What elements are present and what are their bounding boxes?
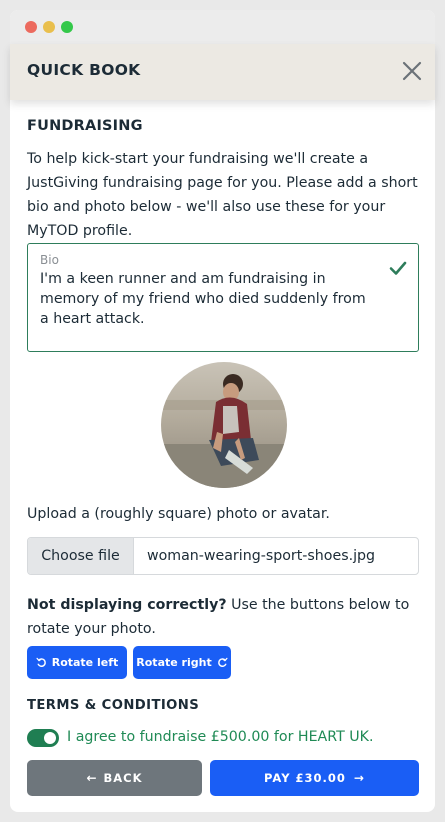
rotate-right-label: Rotate right	[136, 656, 212, 669]
check-icon	[389, 261, 407, 275]
agree-toggle[interactable]	[27, 729, 59, 747]
window-close-dot[interactable]	[25, 21, 37, 33]
pay-label: PAY £30.00	[264, 771, 346, 785]
back-label: BACK	[103, 771, 143, 785]
window-minimize-dot[interactable]	[43, 21, 55, 33]
rotate-right-button[interactable]: Rotate right	[133, 646, 231, 679]
modal-header: QUICK BOOK	[10, 44, 435, 100]
title-bar	[10, 10, 435, 44]
avatar-photo	[161, 362, 287, 488]
toggle-knob	[44, 732, 56, 744]
rotate-right-icon	[217, 657, 228, 667]
terms-heading: TERMS & CONDITIONS	[27, 698, 200, 713]
photo-image	[161, 362, 287, 488]
close-button[interactable]	[399, 58, 425, 84]
bio-label: Bio	[40, 253, 59, 267]
selected-file-name: woman-wearing-sport-shoes.jpg	[147, 548, 376, 564]
arrow-left-icon: ←	[86, 771, 98, 785]
close-icon	[402, 61, 422, 81]
pay-button[interactable]: PAY £30.00 →	[210, 760, 419, 796]
choose-file-button[interactable]: Choose file	[28, 538, 134, 574]
fundraising-heading: FUNDRAISING	[27, 118, 143, 134]
bio-field[interactable]: Bio I'm a keen runner and am fundraising…	[27, 243, 419, 352]
rotate-note: Not displaying correctly? Use the button…	[27, 593, 419, 641]
agree-label: I agree to fundraise £500.00 for HEART U…	[67, 729, 374, 745]
modal-title: QUICK BOOK	[27, 61, 141, 79]
upload-instructions: Upload a (roughly square) photo or avata…	[27, 506, 330, 522]
file-upload-input[interactable]: Choose file woman-wearing-sport-shoes.jp…	[27, 537, 419, 575]
arrow-right-icon: →	[353, 771, 365, 785]
bio-textarea[interactable]: I'm a keen runner and am fundraising in …	[40, 269, 370, 329]
fundraising-intro: To help kick-start your fundraising we'l…	[27, 151, 418, 239]
rotate-note-bold: Not displaying correctly?	[27, 597, 227, 613]
rotate-left-label: Rotate left	[51, 656, 119, 669]
back-button[interactable]: ← BACK	[27, 760, 202, 796]
window-maximize-dot[interactable]	[61, 21, 73, 33]
rotate-left-icon	[36, 657, 46, 667]
rotate-left-button[interactable]: Rotate left	[27, 646, 127, 679]
